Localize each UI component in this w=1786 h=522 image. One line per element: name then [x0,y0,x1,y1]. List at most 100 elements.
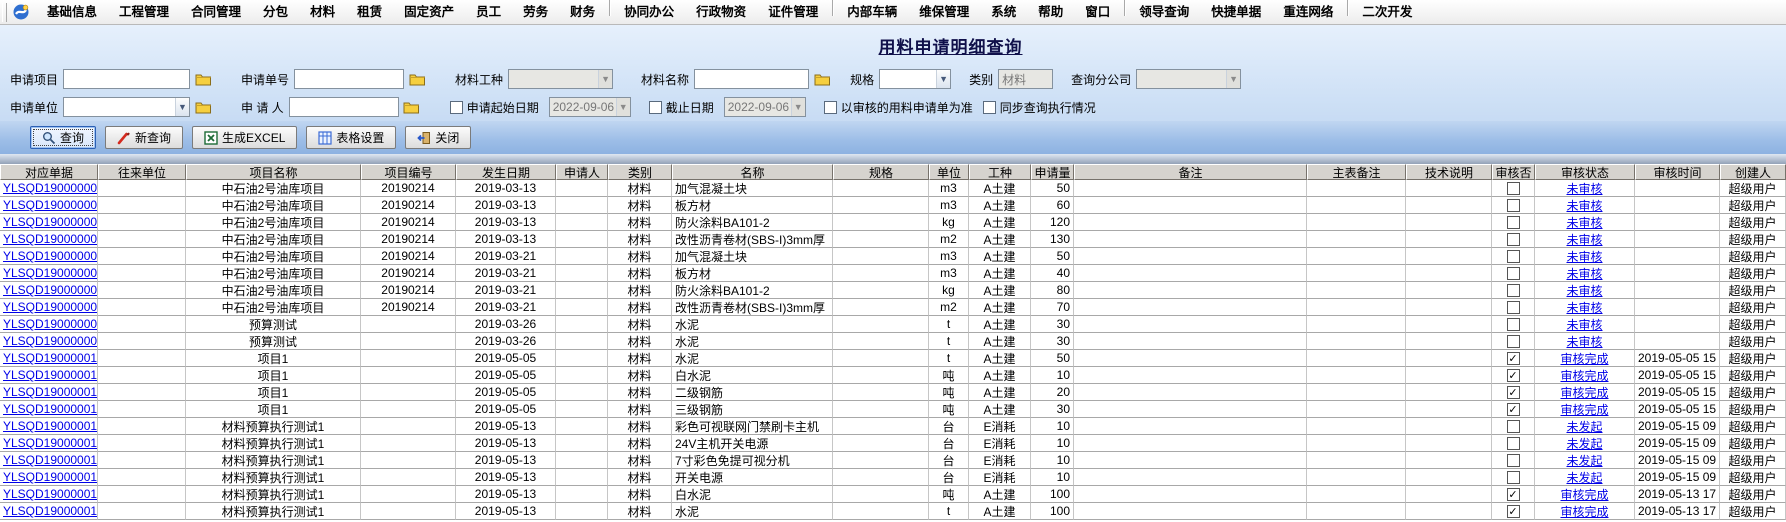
table-row[interactable]: YLSQD190000006中石油2号油库项目201902142019-03-1… [0,180,1786,197]
column-header-spec[interactable]: 规格 [833,164,929,180]
table-row[interactable]: YLSQD190000015材料预算执行测试12019-05-13材料水泥tA土… [0,503,1786,520]
menu-item-协同办公[interactable]: 协同办公 [613,0,685,24]
column-header-status[interactable]: 审核状态 [1535,164,1635,180]
document-link[interactable]: YLSQD190000015 [3,504,98,518]
audited-checkbox[interactable] [1507,267,1520,280]
audited-checkbox[interactable] [1507,318,1520,331]
table-row[interactable]: YLSQD190000007中石油2号油库项目201902142019-03-2… [0,299,1786,316]
column-header-tech_note[interactable]: 技术说明 [1406,164,1492,180]
table-row[interactable]: YLSQD190000006中石油2号油库项目201902142019-03-1… [0,231,1786,248]
audit-status-link[interactable]: 未审核 [1566,282,1602,299]
audit-status-link[interactable]: 未审核 [1566,299,1602,316]
table-row[interactable]: YLSQD190000007中石油2号油库项目201902142019-03-2… [0,248,1786,265]
column-header-date[interactable]: 发生日期 [456,164,556,180]
query-button[interactable]: 查询 [30,126,96,149]
document-link[interactable]: YLSQD190000014 [3,436,98,450]
sync-exec-checkbox[interactable] [983,101,996,114]
document-link[interactable]: YLSQD190000015 [3,487,98,501]
menu-item-证件管理[interactable]: 证件管理 [757,0,829,24]
apply-unit-browse-folder-icon[interactable] [193,98,213,116]
close-button[interactable]: 关闭 [405,126,471,149]
table-row[interactable]: YLSQD190000006中石油2号油库项目201902142019-03-1… [0,214,1786,231]
document-link[interactable]: YLSQD190000014 [3,470,98,484]
menu-item-财务[interactable]: 财务 [559,0,606,24]
table-row[interactable]: YLSQD190000014材料预算执行测试12019-05-13材料24V主机… [0,435,1786,452]
end-date-checkbox[interactable] [649,101,662,114]
audit-status-link[interactable]: 未审核 [1566,197,1602,214]
table-row[interactable]: YLSQD190000010项目12019-05-05材料三级钢筋吨A土建30✓… [0,401,1786,418]
table-row[interactable]: YLSQD190000007中石油2号油库项目201902142019-03-2… [0,282,1786,299]
applicant-input[interactable] [289,97,399,117]
menu-item-领导查询[interactable]: 领导查询 [1128,0,1200,24]
table-row[interactable]: YLSQD190000014材料预算执行测试12019-05-13材料彩色可视联… [0,418,1786,435]
table-row[interactable]: YLSQD190000010项目12019-05-05材料白水泥吨A土建10✓审… [0,367,1786,384]
column-header-unit[interactable]: 单位 [929,164,969,180]
audited-checkbox[interactable] [1507,454,1520,467]
table-row[interactable]: YLSQD190000010项目12019-05-05材料水泥tA土建50✓审核… [0,350,1786,367]
document-link[interactable]: YLSQD190000010 [3,368,98,382]
column-header-remark[interactable]: 备注 [1074,164,1307,180]
audited-checkbox[interactable] [1507,216,1520,229]
column-header-project[interactable]: 项目名称 [186,164,361,180]
column-header-name[interactable]: 名称 [672,164,833,180]
table-row[interactable]: YLSQD190000009预算测试2019-03-26材料水泥tA土建30未审… [0,333,1786,350]
table-settings-button[interactable]: 表格设置 [306,126,396,149]
audited-checkbox[interactable]: ✓ [1507,403,1520,416]
table-row[interactable]: YLSQD190000008预算测试2019-03-26材料水泥tA土建30未审… [0,316,1786,333]
audit-status-link[interactable]: 审核完成 [1560,384,1608,401]
column-header-applicant[interactable]: 申请人 [556,164,608,180]
audited-checkbox[interactable] [1507,250,1520,263]
audit-status-link[interactable]: 审核完成 [1560,503,1608,520]
column-header-project_no[interactable]: 项目编号 [361,164,456,180]
audit-status-link[interactable]: 审核完成 [1560,486,1608,503]
audited-checkbox[interactable]: ✓ [1507,369,1520,382]
audited-checkbox[interactable] [1507,301,1520,314]
menu-item-劳务[interactable]: 劳务 [512,0,559,24]
audited-checkbox[interactable]: ✓ [1507,386,1520,399]
document-link[interactable]: YLSQD190000007 [3,283,98,297]
audit-status-link[interactable]: 未发起 [1566,469,1602,486]
audit-status-link[interactable]: 未审核 [1566,248,1602,265]
spec-select[interactable]: ▼ [879,69,951,89]
menu-item-快捷单据[interactable]: 快捷单据 [1200,0,1272,24]
audited-checkbox[interactable] [1507,199,1520,212]
new-query-button[interactable]: 新查询 [105,126,183,149]
menu-item-材料[interactable]: 材料 [299,0,346,24]
column-header-qty[interactable]: 申请量 [1031,164,1074,180]
menu-item-分包[interactable]: 分包 [252,0,299,24]
audited-checkbox[interactable] [1507,420,1520,433]
table-row[interactable]: YLSQD190000015材料预算执行测试12019-05-13材料白水泥吨A… [0,486,1786,503]
document-link[interactable]: YLSQD190000006 [3,232,98,246]
applicant-browse-folder-icon[interactable] [402,98,422,116]
column-header-partner[interactable]: 往来单位 [98,164,186,180]
audit-status-link[interactable]: 未审核 [1566,316,1602,333]
audited-checkbox[interactable] [1507,284,1520,297]
menu-item-维保管理[interactable]: 维保管理 [908,0,980,24]
audit-status-link[interactable]: 未审核 [1566,265,1602,282]
column-header-category[interactable]: 类别 [608,164,672,180]
document-link[interactable]: YLSQD190000006 [3,198,98,212]
apply-project-browse-folder-icon[interactable] [193,70,213,88]
menu-item-系统[interactable]: 系统 [980,0,1027,24]
audited-checkbox[interactable] [1507,335,1520,348]
document-link[interactable]: YLSQD190000010 [3,385,98,399]
column-header-trade[interactable]: 工种 [969,164,1031,180]
audited-checkbox[interactable]: ✓ [1507,352,1520,365]
table-row[interactable]: YLSQD190000014材料预算执行测试12019-05-13材料开关电源台… [0,469,1786,486]
column-header-audit_time[interactable]: 审核时间 [1635,164,1720,180]
table-row[interactable]: YLSQD190000014材料预算执行测试12019-05-13材料7寸彩色免… [0,452,1786,469]
audit-status-link[interactable]: 审核完成 [1560,350,1608,367]
menu-item-内部车辆[interactable]: 内部车辆 [836,0,908,24]
audited-checkbox[interactable]: ✓ [1507,488,1520,501]
menu-item-二次开发[interactable]: 二次开发 [1351,0,1423,24]
audited-checkbox[interactable] [1507,471,1520,484]
audit-status-link[interactable]: 未审核 [1566,333,1602,350]
audited-checkbox[interactable] [1507,182,1520,195]
document-link[interactable]: YLSQD190000014 [3,453,98,467]
apply-project-input[interactable] [63,69,190,89]
audit-status-link[interactable]: 未发起 [1566,435,1602,452]
menu-item-工程管理[interactable]: 工程管理 [108,0,180,24]
column-header-creator[interactable]: 创建人 [1720,164,1786,180]
audit-status-link[interactable]: 未发起 [1566,418,1602,435]
column-header-checked[interactable]: 审核否 [1492,164,1535,180]
